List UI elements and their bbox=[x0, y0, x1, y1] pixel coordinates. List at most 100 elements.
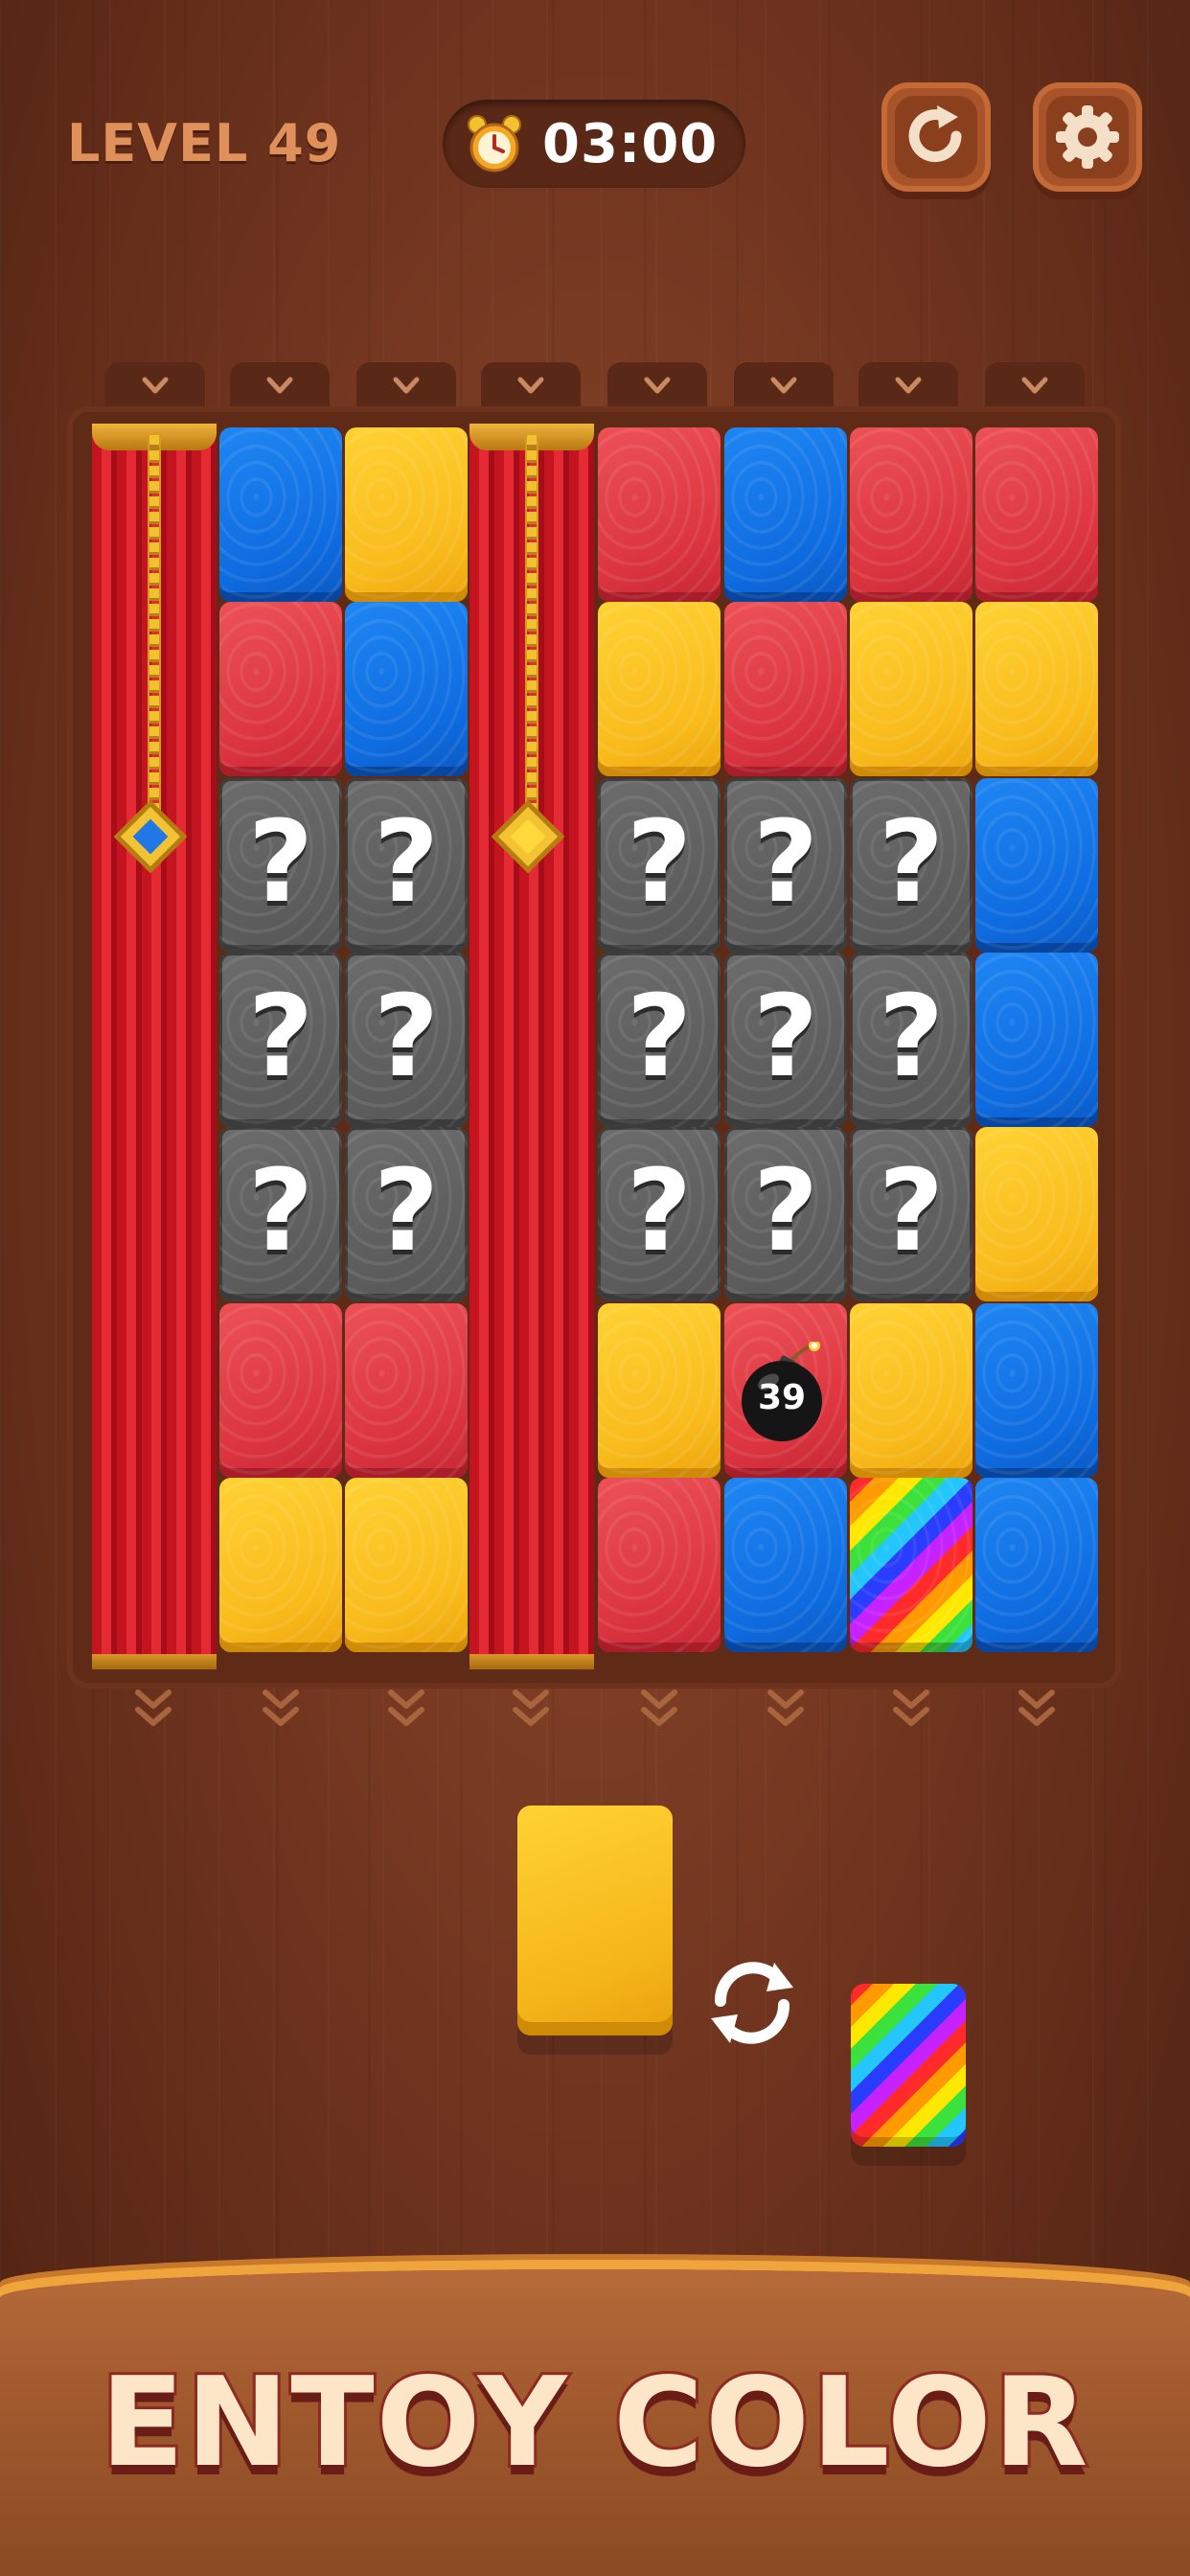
column-drop-tab-2[interactable] bbox=[230, 362, 330, 416]
red-tile bbox=[219, 602, 342, 776]
restart-button[interactable] bbox=[881, 82, 991, 192]
yellow-tile bbox=[850, 1303, 973, 1478]
mystery-tile: ? bbox=[598, 953, 721, 1127]
swap-button[interactable] bbox=[699, 1949, 805, 2058]
column-drop-tab-1[interactable] bbox=[105, 362, 205, 416]
question-mark-icon: ? bbox=[752, 1144, 819, 1276]
column-drop-arrows-icon bbox=[262, 1687, 300, 1735]
level-label: LEVEL 49 bbox=[67, 113, 342, 173]
settings-button[interactable] bbox=[1033, 82, 1142, 192]
chevron-down-icon bbox=[142, 377, 169, 394]
gear-icon bbox=[1056, 105, 1119, 169]
banner-title: ENTOY COLOR bbox=[98, 2349, 1091, 2497]
curtain-column-4 bbox=[469, 424, 594, 1669]
chevron-down-icon bbox=[517, 377, 544, 394]
mystery-tile: ? bbox=[219, 778, 342, 953]
mystery-tile: ? bbox=[850, 1127, 973, 1301]
question-mark-icon: ? bbox=[373, 795, 440, 928]
question-mark-icon: ? bbox=[247, 795, 314, 928]
column-drop-tab-7[interactable] bbox=[858, 362, 958, 416]
mystery-tile: ? bbox=[345, 1127, 468, 1301]
alarm-clock-icon bbox=[468, 115, 521, 172]
title-banner: ENTOY COLOR bbox=[0, 2239, 1190, 2576]
question-mark-icon: ? bbox=[878, 1144, 945, 1276]
question-mark-icon: ? bbox=[247, 970, 314, 1102]
chain bbox=[148, 435, 161, 818]
chevron-down-icon bbox=[895, 377, 922, 394]
chevron-down-icon bbox=[266, 377, 293, 394]
yellow-tile bbox=[975, 1127, 1098, 1301]
question-mark-icon: ? bbox=[626, 1144, 693, 1276]
column-drop-arrows-icon bbox=[387, 1687, 425, 1735]
column-drop-arrows-icon bbox=[640, 1687, 678, 1735]
yellow-tile bbox=[345, 427, 468, 602]
column-drop-arrows-icon bbox=[134, 1687, 172, 1735]
chevron-down-icon bbox=[393, 377, 420, 394]
question-mark-icon: ? bbox=[247, 1144, 314, 1276]
bomb: 39 bbox=[732, 1340, 835, 1443]
yellow-tile bbox=[975, 602, 1098, 776]
chain bbox=[525, 435, 538, 818]
question-mark-icon: ? bbox=[373, 1144, 440, 1276]
red-tile bbox=[850, 427, 973, 602]
red-tile bbox=[975, 427, 1098, 602]
chevron-down-icon bbox=[770, 377, 797, 394]
mystery-tile: ? bbox=[724, 953, 847, 1127]
yellow-tile bbox=[850, 602, 973, 776]
mystery-tile: ? bbox=[724, 1127, 847, 1301]
restart-icon bbox=[908, 105, 962, 163]
red-tile bbox=[219, 1303, 342, 1478]
mystery-tile: ? bbox=[219, 953, 342, 1127]
blue-tile bbox=[724, 427, 847, 602]
rainbow-tile bbox=[850, 1478, 973, 1652]
question-mark-icon: ? bbox=[626, 970, 693, 1102]
mystery-tile: ? bbox=[598, 1127, 721, 1301]
red-tile bbox=[345, 1303, 468, 1478]
red-tile bbox=[598, 1478, 721, 1652]
timer: 03:00 bbox=[443, 100, 745, 188]
yellow-tile bbox=[598, 602, 721, 776]
next-piece-rainbow[interactable] bbox=[851, 1984, 966, 2147]
current-piece-yellow[interactable] bbox=[517, 1806, 673, 2036]
blue-tile bbox=[724, 1478, 847, 1652]
yellow-tile bbox=[345, 1478, 468, 1652]
timer-value: 03:00 bbox=[542, 113, 719, 175]
blue-tile bbox=[345, 602, 468, 776]
mystery-tile: ? bbox=[850, 953, 973, 1127]
column-drop-tab-4[interactable] bbox=[481, 362, 581, 416]
mystery-tile: ? bbox=[345, 953, 468, 1127]
question-mark-icon: ? bbox=[878, 970, 945, 1102]
question-mark-icon: ? bbox=[626, 795, 693, 928]
bomb-counter: 39 bbox=[757, 1378, 807, 1417]
red-tile bbox=[724, 602, 847, 776]
curtain-column-1 bbox=[92, 424, 217, 1669]
yellow-tile bbox=[219, 1478, 342, 1652]
column-drop-arrows-icon bbox=[892, 1687, 930, 1735]
column-drop-tab-3[interactable] bbox=[356, 362, 456, 416]
column-drop-tab-5[interactable] bbox=[607, 362, 707, 416]
blue-tile bbox=[975, 1478, 1098, 1652]
question-mark-icon: ? bbox=[752, 795, 819, 928]
blue-tile bbox=[975, 953, 1098, 1127]
column-drop-arrows-icon bbox=[767, 1687, 805, 1735]
column-drop-arrows-icon bbox=[1018, 1687, 1056, 1735]
column-drop-arrows-icon bbox=[512, 1687, 550, 1735]
mystery-tile: ? bbox=[345, 778, 468, 953]
mystery-tile: ? bbox=[219, 1127, 342, 1301]
swap-arrows-icon bbox=[711, 1962, 793, 2044]
column-drop-tab-6[interactable] bbox=[734, 362, 834, 416]
yellow-gem-icon bbox=[491, 799, 565, 874]
blue-tile bbox=[975, 778, 1098, 953]
mystery-tile: ? bbox=[598, 778, 721, 953]
question-mark-icon: ? bbox=[878, 795, 945, 928]
column-drop-tab-8[interactable] bbox=[985, 362, 1085, 416]
red-tile bbox=[598, 427, 721, 602]
yellow-tile bbox=[598, 1303, 721, 1478]
chevron-down-icon bbox=[644, 377, 671, 394]
question-mark-icon: ? bbox=[752, 970, 819, 1102]
blue-tile bbox=[975, 1303, 1098, 1478]
blue-tile bbox=[219, 427, 342, 602]
mystery-tile: ? bbox=[724, 778, 847, 953]
blue-gem-icon bbox=[113, 799, 188, 874]
mystery-tile: ? bbox=[850, 778, 973, 953]
